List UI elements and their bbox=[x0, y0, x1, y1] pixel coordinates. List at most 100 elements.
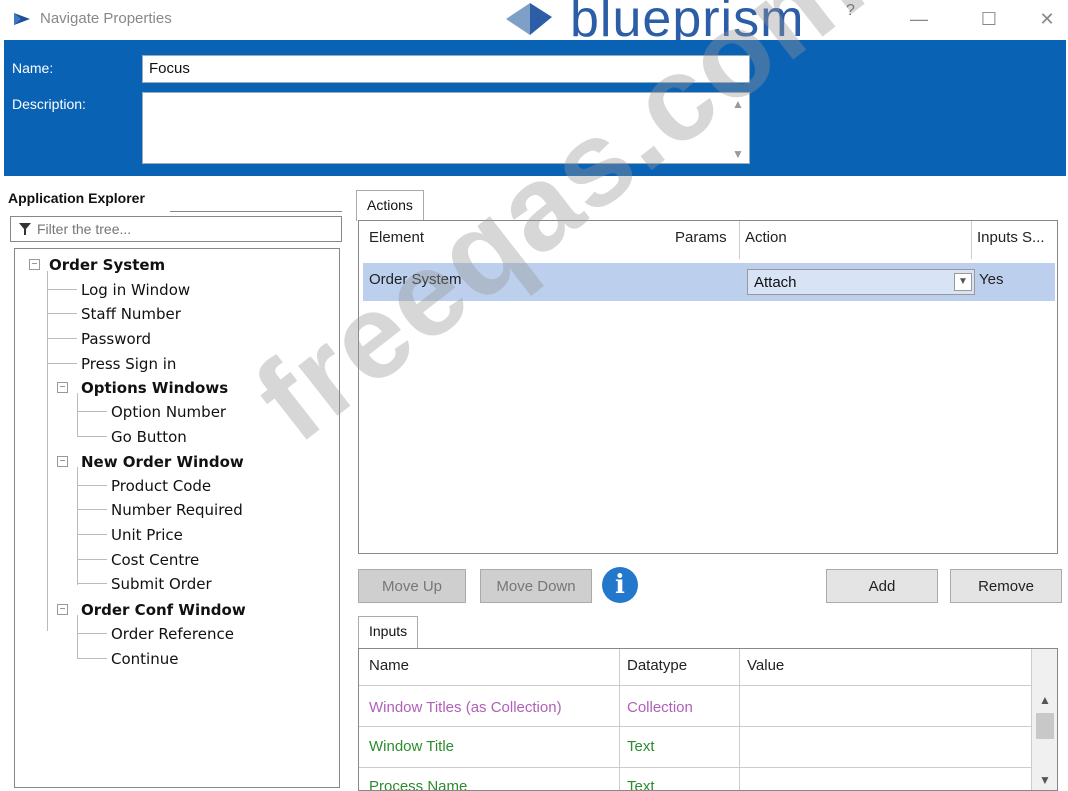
tree-connector bbox=[77, 615, 78, 659]
tree-connector bbox=[47, 363, 77, 364]
properties-header: Name: Focus Description: ▲ ▼ bbox=[4, 40, 1066, 176]
column-header-value[interactable]: Value bbox=[747, 657, 784, 674]
input-datatype: Collection bbox=[627, 699, 693, 716]
collapse-icon[interactable]: − bbox=[57, 382, 68, 393]
tree-filter[interactable] bbox=[10, 216, 342, 242]
collapse-icon[interactable]: − bbox=[57, 456, 68, 467]
explorer-divider bbox=[170, 211, 342, 212]
tree-connector bbox=[77, 583, 107, 584]
tree-node-new-order-window[interactable]: New Order Window bbox=[81, 453, 244, 471]
row-separator bbox=[359, 685, 1031, 686]
column-header-datatype[interactable]: Datatype bbox=[627, 657, 687, 674]
application-tree: − Order System Log in Window Staff Numbe… bbox=[14, 248, 340, 788]
tree-node-submit-order[interactable]: Submit Order bbox=[111, 575, 212, 593]
tree-node-press-sign-in[interactable]: Press Sign in bbox=[81, 355, 176, 373]
column-separator bbox=[739, 649, 740, 790]
tree-connector bbox=[77, 393, 78, 437]
tree-node-order-conf-window[interactable]: Order Conf Window bbox=[81, 601, 246, 619]
collapse-icon[interactable]: − bbox=[29, 259, 40, 270]
tree-node-options-windows[interactable]: Options Windows bbox=[81, 379, 228, 397]
title-bar: Navigate Properties blueprism ? — ☐ ✕ bbox=[0, 0, 1068, 45]
tree-connector bbox=[77, 534, 107, 535]
column-header-inputs-set[interactable]: Inputs S... bbox=[977, 229, 1045, 246]
maximize-button[interactable]: ☐ bbox=[966, 4, 1012, 34]
column-header-params[interactable]: Params bbox=[675, 229, 727, 246]
tree-node-order-system[interactable]: Order System bbox=[49, 256, 165, 274]
input-datatype: Text bbox=[627, 738, 655, 755]
move-down-button[interactable]: Move Down bbox=[480, 569, 592, 603]
scroll-thumb[interactable] bbox=[1036, 713, 1054, 739]
tree-node-unit-price[interactable]: Unit Price bbox=[111, 526, 183, 544]
column-header-element[interactable]: Element bbox=[369, 229, 424, 246]
tree-node-password[interactable]: Password bbox=[81, 330, 151, 348]
inputs-scrollbar[interactable]: ▲ ▼ bbox=[1031, 649, 1057, 790]
blueprism-app-icon bbox=[14, 13, 30, 25]
inputs-table: Name Datatype Value Window Titles (as Co… bbox=[358, 648, 1058, 791]
tree-node-staff-number[interactable]: Staff Number bbox=[81, 305, 181, 323]
minimize-button[interactable]: — bbox=[896, 4, 942, 34]
add-button[interactable]: Add bbox=[826, 569, 938, 603]
chevron-down-icon[interactable]: ▼ bbox=[954, 273, 972, 291]
description-label: Description: bbox=[12, 96, 86, 112]
tree-connector bbox=[47, 289, 77, 290]
collapse-icon[interactable]: − bbox=[57, 604, 68, 615]
name-field[interactable]: Focus bbox=[142, 55, 750, 83]
row-separator bbox=[359, 767, 1031, 768]
row-inputs-set: Yes bbox=[979, 271, 1004, 288]
tab-actions[interactable]: Actions bbox=[356, 190, 424, 221]
input-name[interactable]: Process Name bbox=[369, 778, 467, 790]
actions-table: Element Params Action Inputs S... Order … bbox=[358, 220, 1058, 554]
row-element: Order System bbox=[369, 271, 462, 288]
tree-connector bbox=[47, 271, 48, 631]
name-label: Name: bbox=[12, 60, 54, 76]
close-button[interactable]: ✕ bbox=[1024, 4, 1068, 34]
description-scrollbar[interactable]: ▲ ▼ bbox=[731, 97, 745, 161]
scroll-up-icon[interactable]: ▲ bbox=[1032, 693, 1057, 707]
tree-connector bbox=[47, 313, 77, 314]
tree-connector bbox=[77, 411, 107, 412]
filter-icon bbox=[19, 223, 31, 235]
column-separator bbox=[619, 649, 620, 790]
tree-node-continue[interactable]: Continue bbox=[111, 650, 178, 668]
filter-input[interactable] bbox=[37, 221, 317, 237]
tree-connector bbox=[77, 509, 107, 510]
scroll-up-icon[interactable]: ▲ bbox=[732, 97, 744, 111]
column-header-action[interactable]: Action bbox=[745, 229, 787, 246]
scroll-down-icon[interactable]: ▼ bbox=[732, 147, 744, 161]
application-explorer-title: Application Explorer bbox=[8, 190, 145, 206]
tree-connector bbox=[77, 658, 107, 659]
tree-node-product-code[interactable]: Product Code bbox=[111, 477, 211, 495]
tab-inputs[interactable]: Inputs bbox=[358, 616, 419, 649]
blueprism-logo-mark-icon bbox=[506, 3, 552, 35]
action-dropdown[interactable]: Attach ▼ bbox=[747, 269, 975, 295]
tree-node-log-in-window[interactable]: Log in Window bbox=[81, 281, 190, 299]
action-value: Attach bbox=[754, 274, 797, 291]
tree-node-option-number[interactable]: Option Number bbox=[111, 403, 226, 421]
tree-node-go-button[interactable]: Go Button bbox=[111, 428, 187, 446]
row-separator bbox=[359, 726, 1031, 727]
column-separator bbox=[971, 221, 972, 259]
tree-connector bbox=[77, 485, 107, 486]
input-name[interactable]: Window Titles (as Collection) bbox=[369, 699, 562, 716]
help-icon[interactable]: ? bbox=[846, 2, 855, 20]
tree-connector bbox=[77, 633, 107, 634]
tree-connector bbox=[47, 338, 77, 339]
brand-wordmark: blueprism bbox=[570, 0, 805, 48]
window-title: Navigate Properties bbox=[40, 10, 172, 27]
tree-connector bbox=[77, 559, 107, 560]
input-name[interactable]: Window Title bbox=[369, 738, 454, 755]
input-datatype: Text bbox=[627, 778, 655, 791]
column-header-name[interactable]: Name bbox=[369, 657, 409, 674]
table-row[interactable]: Order System Attach ▼ Yes bbox=[363, 263, 1055, 301]
column-separator bbox=[739, 221, 740, 259]
remove-button[interactable]: Remove bbox=[950, 569, 1062, 603]
tree-connector bbox=[77, 436, 107, 437]
tree-node-order-reference[interactable]: Order Reference bbox=[111, 625, 234, 643]
blueprism-logo: blueprism bbox=[500, 0, 805, 48]
move-up-button[interactable]: Move Up bbox=[358, 569, 466, 603]
tree-node-number-required[interactable]: Number Required bbox=[111, 501, 243, 519]
info-icon[interactable]: i bbox=[602, 567, 638, 603]
tree-node-cost-centre[interactable]: Cost Centre bbox=[111, 551, 199, 569]
description-field[interactable]: ▲ ▼ bbox=[142, 92, 750, 164]
scroll-down-icon[interactable]: ▼ bbox=[1032, 773, 1057, 787]
